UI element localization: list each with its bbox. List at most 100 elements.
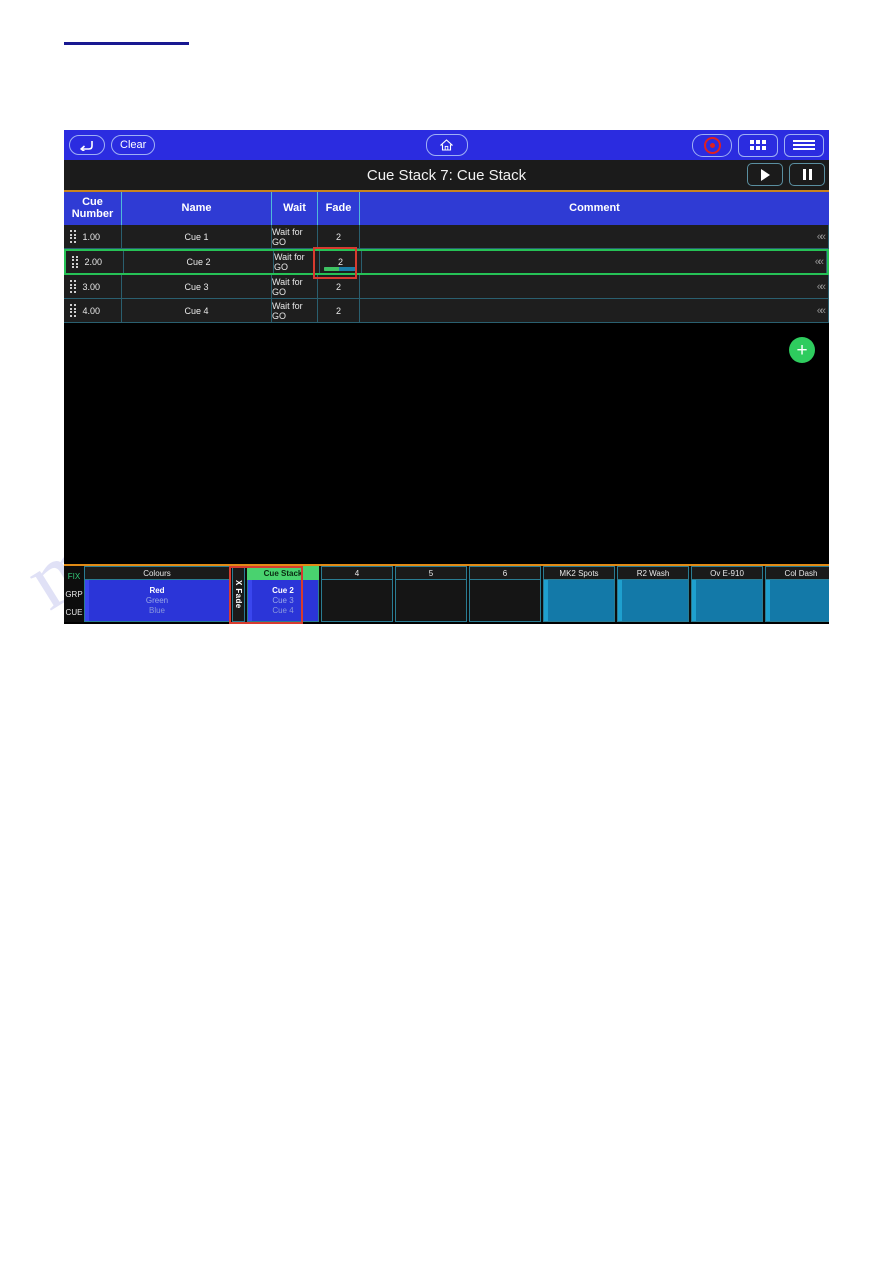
label-grp[interactable]: GRP [65, 590, 82, 599]
fader-body[interactable]: Cue 2 Cue 3 Cue 4 [247, 580, 319, 622]
double-chevron-left-icon[interactable]: «« [815, 256, 824, 268]
fader-line: Cue 2 [272, 585, 294, 595]
cell-wait[interactable]: Wait for GO [272, 299, 318, 322]
drag-handle-icon[interactable] [70, 230, 76, 243]
label-cue[interactable]: CUE [66, 608, 83, 617]
column-header-comment[interactable]: Comment [360, 192, 829, 225]
fader-title[interactable]: 4 [321, 566, 393, 580]
fader-title[interactable]: Ov E-910 [691, 566, 763, 580]
drag-handle-icon[interactable] [70, 280, 76, 293]
cell-fade[interactable]: 2 [318, 299, 360, 322]
page-root: manualshive.com Clear [0, 0, 893, 1263]
fader-4[interactable]: 5 [395, 566, 467, 622]
fade-value: 2 [337, 257, 343, 267]
toolbar-right-group [692, 133, 824, 157]
cell-cue-number[interactable]: 2.00 [66, 251, 124, 273]
pause-icon [802, 169, 812, 180]
fader-title[interactable]: R2 Wash [617, 566, 689, 580]
cell-cue-number[interactable]: 4.00 [64, 299, 122, 322]
fade-cell-content: 2 [318, 225, 359, 248]
cell-name[interactable]: Cue 2 [124, 251, 274, 273]
grid-view-button[interactable] [738, 133, 778, 157]
record-button[interactable] [692, 133, 732, 157]
cell-comment[interactable]: «« [360, 275, 829, 298]
fader-title[interactable]: Col Dash [765, 566, 829, 580]
hamburger-menu-icon-bar2 [793, 144, 815, 146]
fader-body[interactable] [395, 580, 467, 622]
menu-button[interactable] [784, 133, 824, 157]
fader-strip: Colours Red Green Blue X Fade Cue Stack Cue 2C… [84, 566, 829, 622]
column-header-cue-number[interactable]: Cue Number [64, 192, 122, 225]
pause-button[interactable] [789, 163, 825, 186]
transport-controls [747, 163, 825, 186]
playback-bar: FIX GRP CUE Colours Red Green Blue X Fade Cue… [64, 564, 829, 624]
column-header-wait[interactable]: Wait [272, 192, 318, 225]
cell-wait[interactable]: Wait for GO [272, 275, 318, 298]
fader-title[interactable]: MK2 Spots [543, 566, 615, 580]
fader-title[interactable]: Colours [84, 566, 230, 580]
fader-5[interactable]: 6 [469, 566, 541, 622]
label-fix[interactable]: FIX [68, 572, 80, 581]
drag-handle-icon[interactable] [70, 304, 76, 317]
home-button[interactable] [425, 134, 468, 156]
x-fade-control[interactable]: X Fade [232, 566, 245, 622]
cell-name[interactable]: Cue 4 [122, 299, 272, 322]
fader-body[interactable] [543, 580, 615, 622]
fader-body[interactable] [617, 580, 689, 622]
cell-wait[interactable]: Wait for GO [272, 225, 318, 248]
fader-level-edge [766, 580, 770, 621]
fader-title[interactable]: 5 [395, 566, 467, 580]
cell-comment[interactable]: «« [360, 225, 829, 248]
fader-level-edge [618, 580, 622, 621]
fade-value: 2 [335, 231, 341, 242]
fader-1[interactable]: Colours Red Green Blue [84, 566, 230, 622]
double-chevron-left-icon[interactable]: «« [817, 231, 826, 243]
fader-3[interactable]: 4 [321, 566, 393, 622]
fader-9[interactable]: Col Dash [765, 566, 829, 622]
cue-number-value: 3.00 [82, 281, 101, 292]
back-button[interactable] [69, 135, 105, 155]
cell-name[interactable]: Cue 1 [122, 225, 272, 248]
cell-cue-number[interactable]: 3.00 [64, 275, 122, 298]
fader-body[interactable] [765, 580, 829, 622]
cell-comment[interactable]: «« [360, 299, 829, 322]
column-header-fade[interactable]: Fade [318, 192, 360, 225]
table-row[interactable]: 4.00 Cue 4 Wait for GO 2 «« [64, 299, 829, 323]
fader-level-edge [85, 580, 89, 621]
table-row[interactable]: 3.00 Cue 3 Wait for GO 2 «« [64, 275, 829, 299]
fader-body[interactable] [469, 580, 541, 622]
cell-comment[interactable]: «« [362, 251, 827, 273]
cell-fade[interactable]: 2 [318, 275, 360, 298]
hamburger-menu-icon [793, 140, 815, 142]
cell-fade[interactable]: 2 [320, 251, 362, 273]
cell-cue-number[interactable]: 1.00 [64, 225, 122, 248]
table-row[interactable]: 1.00 Cue 1 Wait for GO 2 «« [64, 225, 829, 249]
add-cue-button[interactable]: + [789, 337, 815, 363]
fader-body[interactable] [321, 580, 393, 622]
fader-title[interactable]: 6 [469, 566, 541, 580]
lighting-console-screenshot: Clear Cue Stack 7: Cue Stack Cue Number … [64, 130, 829, 624]
drag-handle-icon[interactable] [72, 255, 78, 269]
clear-button[interactable]: Clear [111, 135, 156, 155]
fader-2[interactable]: Cue Stack Cue 2 Cue 3 Cue 4 [247, 566, 319, 622]
record-icon [703, 136, 721, 154]
cue-number-value: 2.00 [84, 257, 103, 267]
play-button[interactable] [747, 163, 783, 186]
cell-fade[interactable]: 2 [318, 225, 360, 248]
cell-wait[interactable]: Wait for GO [274, 251, 320, 273]
fader-8[interactable]: Ov E-910 [691, 566, 763, 622]
column-header-name[interactable]: Name [122, 192, 272, 225]
fader-body[interactable]: Red Green Blue [84, 580, 230, 622]
double-chevron-left-icon[interactable]: «« [817, 281, 826, 293]
page-title: Cue Stack 7: Cue Stack [366, 166, 527, 184]
fader-line: Red [149, 585, 165, 595]
table-row[interactable]: 2.00 Cue 2 Wait for GO 2 «« [64, 249, 829, 275]
fader-title[interactable]: Cue Stack [247, 566, 319, 580]
column-header-cue-number-line1: Cue [82, 195, 103, 208]
fader-7[interactable]: R2 Wash [617, 566, 689, 622]
fader-6[interactable]: MK2 Spots [543, 566, 615, 622]
double-chevron-left-icon[interactable]: «« [817, 305, 826, 317]
fader-body[interactable] [691, 580, 763, 622]
fade-progress-bar [324, 267, 357, 271]
cell-name[interactable]: Cue 3 [122, 275, 272, 298]
